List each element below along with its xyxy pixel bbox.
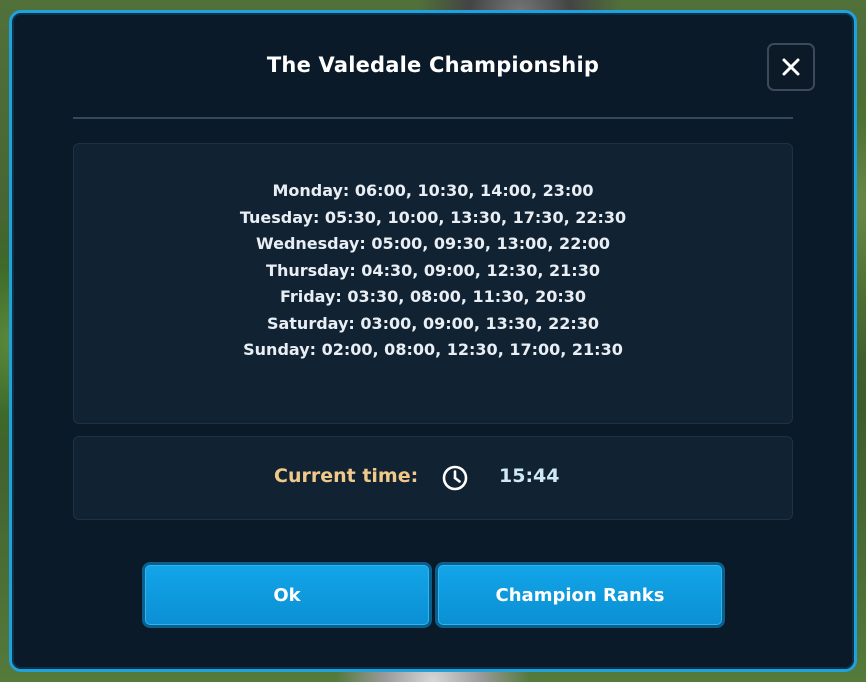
championship-dialog: The Valedale Championship Monday: 06:00,… [9,10,857,672]
schedule-item-monday: Monday: 06:00, 10:30, 14:00, 23:00 [272,181,594,200]
close-icon [782,58,800,76]
clock-icon [442,465,468,491]
schedule-item-wednesday: Wednesday: 05:00, 09:30, 13:00, 22:00 [256,234,610,253]
current-time-panel: Current time: 15:44 [73,436,793,520]
schedule-item-friday: Friday: 03:30, 08:00, 11:30, 20:30 [279,287,587,306]
schedule-list: Monday: 06:00, 10:30, 14:00, 23:00 Tuesd… [74,178,792,364]
close-button[interactable] [767,43,815,91]
current-time-label: Current time: [274,465,419,487]
schedule-panel: Monday: 06:00, 10:30, 14:00, 23:00 Tuesd… [73,143,793,424]
schedule-item-saturday: Saturday: 03:00, 09:00, 13:30, 22:30 [266,313,600,333]
champion-ranks-button[interactable]: Champion Ranks [435,562,725,628]
schedule-item-sunday: Sunday: 02:00, 08:00, 12:30, 17:00, 21:3… [243,340,623,359]
title-divider [73,117,793,119]
ok-button[interactable]: Ok [142,562,432,628]
current-time-value: 15:44 [499,465,560,487]
dialog-title: The Valedale Championship [266,53,600,77]
schedule-item-thursday: Thursday: 04:30, 09:00, 12:30, 21:30 [266,260,600,280]
schedule-item-tuesday: Tuesday: 05:30, 10:00, 13:30, 17:30, 22:… [239,207,627,227]
